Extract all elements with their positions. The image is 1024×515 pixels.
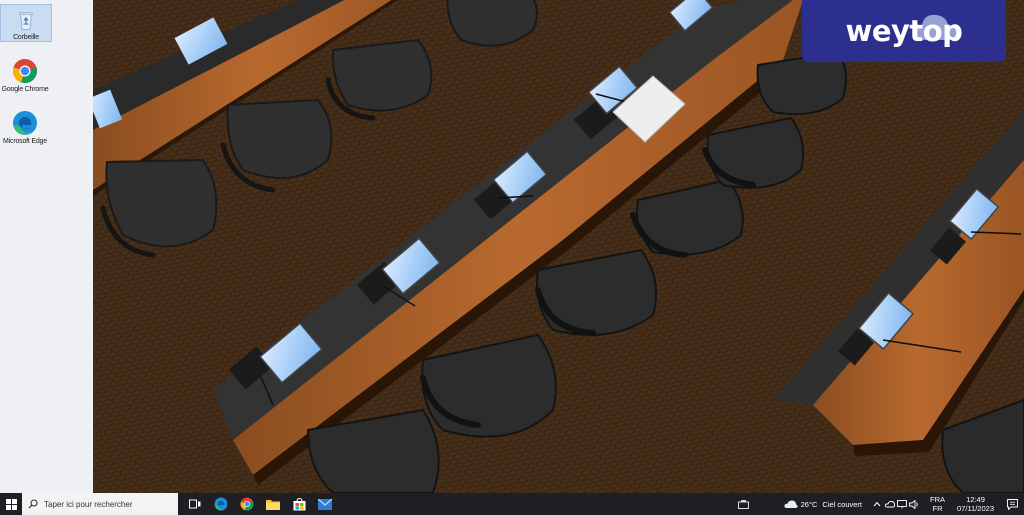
taskbar-chrome[interactable]: [234, 493, 260, 515]
tray-cloud-button[interactable]: [884, 493, 896, 515]
taskbar-search-box[interactable]: Taper ici pour rechercher: [22, 493, 178, 515]
store-icon: [293, 497, 305, 510]
network-icon: [897, 499, 907, 508]
task-view-button[interactable]: [182, 493, 208, 515]
recycle-bin-icon: [19, 12, 33, 30]
show-hidden-icons-button[interactable]: [870, 493, 884, 515]
logo-text: weytop: [845, 14, 963, 48]
network-button[interactable]: [896, 493, 908, 515]
windows-logo-icon: [5, 498, 17, 510]
taskbar-mail[interactable]: [312, 493, 338, 515]
clock-time: 12:49: [966, 495, 985, 504]
weather-widget-button[interactable]: [783, 493, 799, 515]
file-explorer-icon: [266, 500, 280, 510]
language-bottom: FR: [932, 504, 943, 513]
taskbar-edge[interactable]: [208, 493, 234, 515]
wallpaper-image: [93, 0, 1024, 493]
volume-button[interactable]: [908, 493, 920, 515]
weytop-logo: weytop: [802, 0, 1006, 62]
cloud-weather-icon: [784, 500, 798, 508]
task-view-icon: [189, 499, 201, 509]
taskbar-clock[interactable]: 12:49 07/11/2023: [957, 495, 994, 513]
edge-icon: [13, 111, 37, 135]
desktop-icon-chrome[interactable]: Google Chrome: [0, 54, 50, 94]
desktop-icon-label: Google Chrome: [1, 86, 49, 93]
edge-icon: [214, 497, 228, 511]
language-top: FRA: [930, 495, 946, 504]
desktop-icon-recycle-bin[interactable]: Corbeille: [0, 4, 52, 42]
chrome-icon: [13, 59, 37, 83]
taskbar: Taper ici pour rechercher 26°C Ciel couv…: [0, 493, 1024, 515]
onedrive-icon: [885, 500, 896, 508]
desktop-icon-area: Corbeille Google Chrome Microsoft Edge: [0, 0, 93, 493]
weather-temperature[interactable]: 26°C: [801, 500, 818, 509]
chrome-icon: [240, 497, 254, 511]
tray-app-icon: [738, 499, 750, 509]
tray-app-button[interactable]: [733, 493, 755, 515]
system-tray: 26°C Ciel couvert FRA FR 12:49 07/11/202…: [733, 493, 1024, 515]
desktop-icon-label: Corbeille: [13, 34, 39, 41]
taskbar-store[interactable]: [286, 493, 312, 515]
desktop-screen: Corbeille Google Chrome Microsoft Edge w…: [0, 0, 1024, 515]
search-placeholder: Taper ici pour rechercher: [44, 499, 133, 509]
start-button[interactable]: [0, 493, 22, 515]
language-indicator[interactable]: FRA FR: [930, 495, 945, 513]
chevron-up-icon: [873, 501, 881, 507]
desktop-icon-label: Microsoft Edge: [3, 138, 47, 145]
speaker-icon: [909, 499, 918, 509]
mail-icon: [318, 498, 332, 510]
notification-center-button[interactable]: [1000, 493, 1024, 515]
clock-date: 07/11/2023: [957, 504, 994, 513]
notification-icon: [1006, 498, 1018, 510]
desktop-icon-edge[interactable]: Microsoft Edge: [0, 106, 50, 146]
taskbar-file-explorer[interactable]: [260, 493, 286, 515]
desktop-wallpaper: [93, 0, 1024, 493]
weather-condition[interactable]: Ciel couvert: [822, 500, 862, 509]
search-icon: [28, 499, 38, 509]
